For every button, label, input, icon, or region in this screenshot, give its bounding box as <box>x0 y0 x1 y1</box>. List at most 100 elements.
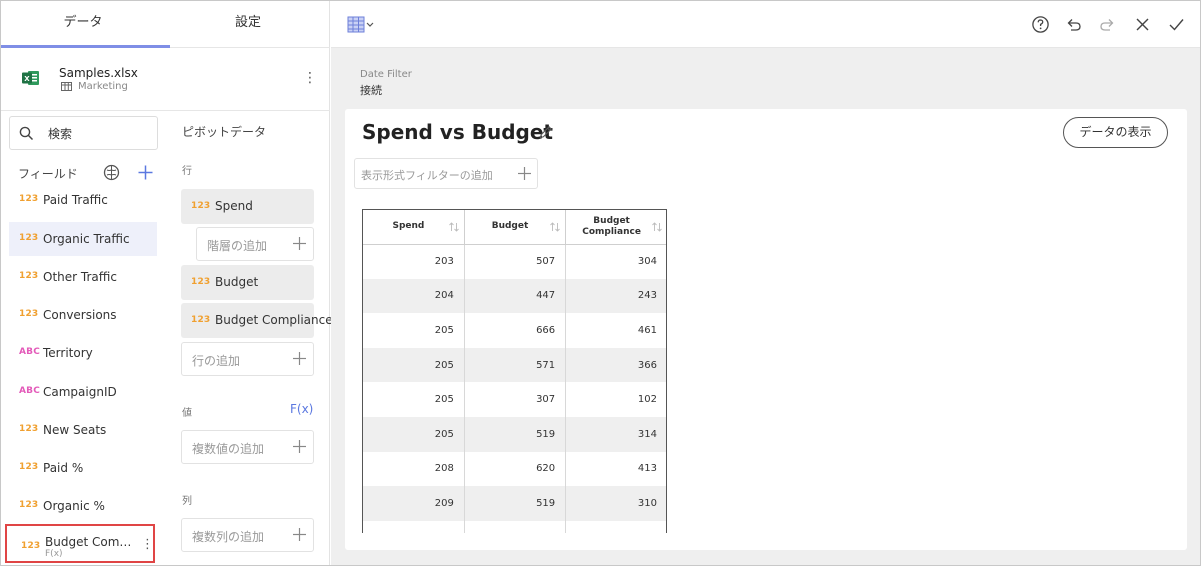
table-cell: 205 <box>363 416 465 452</box>
field-type-badge: 123 <box>191 315 211 325</box>
field-type-badge: 123 <box>21 541 41 551</box>
column-header-budget[interactable]: Budget <box>464 210 567 245</box>
undo-icon[interactable] <box>1064 15 1083 34</box>
add-visual-filter-button[interactable]: 表示形式フィルターの追加 <box>354 158 538 189</box>
tab-settings[interactable]: 設定 <box>166 1 330 48</box>
add-columns-button[interactable]: 複数列の追加 <box>181 518 314 552</box>
table-cell: 102 <box>637 394 657 406</box>
add-hierarchy-button[interactable]: 階層の追加 <box>196 227 314 261</box>
edit-title-pencil-icon[interactable] <box>538 124 554 140</box>
field-name: Paid % <box>43 461 84 475</box>
add-row-button[interactable]: 行の追加 <box>181 342 314 376</box>
field-item[interactable]: 123 Conversions <box>9 298 157 332</box>
field-type-badge: 123 <box>191 277 211 287</box>
field-more-icon[interactable]: ⋮ <box>141 537 154 552</box>
field-search-input[interactable]: 検索 <box>9 116 158 150</box>
add-row-label: 行の追加 <box>192 354 241 368</box>
table-cell: 571 <box>464 347 567 383</box>
close-icon[interactable] <box>1133 15 1152 34</box>
add-values-button[interactable]: 複数値の追加 <box>181 430 314 464</box>
field-budget-compliance[interactable]: 123 Budget Complia... F(x) ⋮ <box>5 524 155 563</box>
brain-icon[interactable] <box>103 164 120 181</box>
table-cell: 507 <box>464 244 567 279</box>
table-row: 203 507 304 <box>363 244 666 279</box>
data-panel: データ 設定 X Samples.xlsx Marketing ⋮ 検索 フィー… <box>1 1 333 565</box>
add-field-icon[interactable] <box>137 164 154 181</box>
column-header-spend[interactable]: Spend <box>363 210 465 245</box>
field-item[interactable]: ABC Territory <box>9 336 157 370</box>
table-header-row: Spend Budget Budget Compliance <box>363 210 666 245</box>
column-header-label: Spend <box>392 221 425 232</box>
active-tab-indicator <box>1 45 170 48</box>
fields-heading: フィールド <box>18 167 78 181</box>
field-item[interactable]: 123 Paid Traffic <box>9 183 157 217</box>
column-header-label: Budget <box>491 221 529 232</box>
field-name: Conversions <box>43 308 117 322</box>
table-cell: 307 <box>464 382 567 417</box>
add-visual-filter-label: 表示形式フィルターの追加 <box>361 169 493 182</box>
sort-icon[interactable] <box>651 221 663 233</box>
formula-button[interactable]: F(x) <box>290 402 313 416</box>
row-pill-budget[interactable]: 123 Budget <box>181 265 314 300</box>
field-item[interactable]: 123 Organic Traffic <box>9 222 157 256</box>
field-name: Territory <box>43 346 93 360</box>
add-values-label: 複数値の追加 <box>192 442 265 456</box>
table-cell: 205 <box>363 313 465 348</box>
confirm-check-icon[interactable] <box>1167 15 1186 34</box>
table-row: 205 307 102 <box>363 382 666 417</box>
date-filter-label: Date Filter <box>360 69 412 80</box>
table-row: 208 620 413 <box>363 451 666 487</box>
values-label: 値 <box>182 408 192 419</box>
field-type-badge: 123 <box>19 500 39 510</box>
field-name: Organic Traffic <box>43 232 130 246</box>
table-cell: 461 <box>637 324 657 336</box>
table-row: 205 666 461 <box>363 313 666 348</box>
column-header-label: Budget Compliance <box>582 215 641 237</box>
field-item[interactable]: ABC CampaignID <box>9 375 157 409</box>
table-cell: 620 <box>464 451 567 487</box>
field-item[interactable]: 123 Other Traffic <box>9 260 157 294</box>
field-type-badge: ABC <box>19 347 41 357</box>
field-name: Budget Complia... <box>45 535 133 549</box>
view-data-button[interactable]: データの表示 <box>1063 117 1168 148</box>
tab-data[interactable]: データ <box>1 1 165 48</box>
table-cell: 404 <box>464 520 567 533</box>
search-icon <box>19 126 34 141</box>
column-header-budget-compliance[interactable]: Budget Compliance <box>565 210 666 245</box>
field-name: Other Traffic <box>43 270 117 284</box>
table-cell: 519 <box>464 416 567 452</box>
field-type-badge: 123 <box>19 271 39 281</box>
date-filter-value[interactable]: 接続 <box>360 82 382 98</box>
table-cell: 666 <box>464 313 567 348</box>
grid-view-icon[interactable] <box>347 16 375 34</box>
field-item[interactable]: 123 New Seats <box>9 413 157 447</box>
row-pill-label: Spend <box>215 199 253 213</box>
table-row: 209 519 310 <box>363 486 666 521</box>
row-pill-spend[interactable]: 123 Spend <box>181 189 314 224</box>
table-cell: 203 <box>363 244 465 279</box>
pivot-title: ピボットデータ <box>182 125 267 139</box>
search-label: 検索 <box>48 127 73 141</box>
table-cell: 295 <box>566 521 666 534</box>
plus-icon <box>518 167 531 180</box>
field-item[interactable]: 123 Paid % <box>9 451 157 485</box>
visualization-title: Spend vs Budget <box>362 120 553 144</box>
table-row: 204 447 243 <box>363 278 666 314</box>
columns-label: 列 <box>182 496 192 507</box>
table-cell: 243 <box>565 278 666 314</box>
table-cell: 208 <box>363 451 465 487</box>
visualization-editor: Date Filter 接続 Spend vs Budget データの表示 表示… <box>331 1 1200 565</box>
redo-icon[interactable] <box>1098 15 1117 34</box>
sort-icon[interactable] <box>549 221 561 233</box>
file-more-icon[interactable]: ⋮ <box>303 69 317 87</box>
field-type-badge: 123 <box>19 309 39 319</box>
sort-icon[interactable] <box>448 221 460 233</box>
table-cell: 366 <box>565 347 666 383</box>
table-cell: 519 <box>464 486 567 521</box>
panel-tabs: データ 設定 <box>1 1 330 48</box>
table-cell: 304 <box>637 256 657 268</box>
field-item[interactable]: 123 Organic % <box>9 489 157 523</box>
row-pill-budget-compliance[interactable]: 123 Budget Compliance <box>181 303 333 338</box>
table-cell: 310 <box>565 486 666 521</box>
help-icon[interactable] <box>1031 15 1050 34</box>
